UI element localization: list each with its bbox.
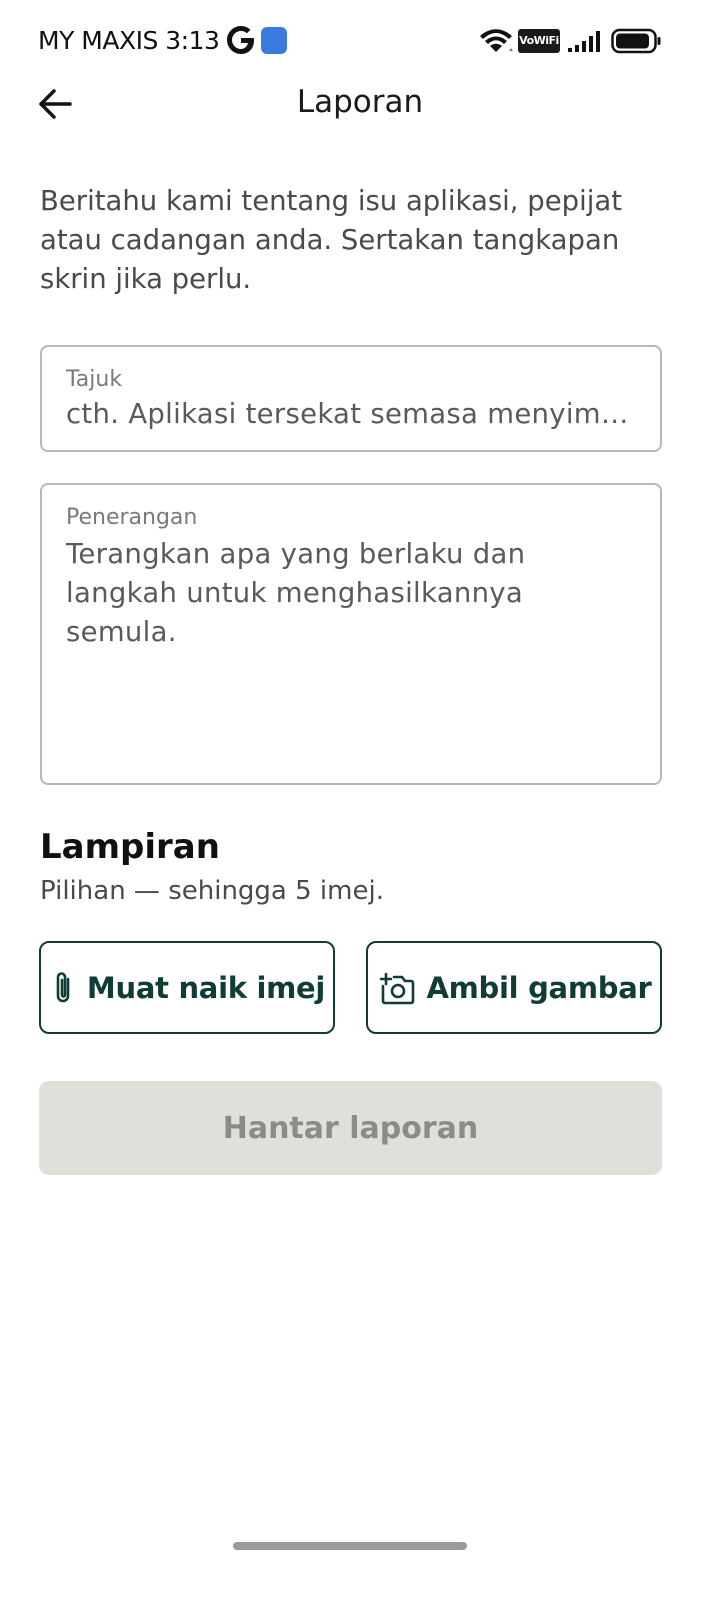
upload-image-button[interactable]: Muat naik imej [39,941,335,1034]
upload-image-label: Muat naik imej [86,970,326,1005]
intro-text: Beritahu kami tentang isu aplikasi, pepi… [40,185,623,295]
title-input[interactable]: cth. Aplikasi tersekat semasa menyimpan [66,398,636,430]
submit-report-button[interactable]: Hantar laporan [39,1081,662,1175]
attachments-subtitle: Pilihan — sehingga 5 imej. [40,876,384,906]
page-title: Laporan [296,84,424,120]
take-photo-button[interactable]: Ambil gambar [366,941,662,1034]
wifi-icon [480,29,513,52]
submit-report-label: Hantar laporan [222,1110,479,1146]
title-field[interactable]: Tajuk cth. Aplikasi tersekat semasa meny… [40,345,662,452]
carrier-time: MY MAXIS 3:13 [38,26,220,55]
paperclip-icon [56,971,70,1002]
title-field-label: Tajuk [66,367,123,392]
home-indicator[interactable] [233,1542,467,1550]
screen: MY MAXIS 3:13 VoWiFi Laporan Beritahu ka… [0,0,720,1610]
battery-icon [611,28,661,54]
take-photo-label: Ambil gambar [426,970,652,1005]
signal-icon [568,31,600,52]
description-field-label: Penerangan [66,505,198,530]
vowifi-badge: VoWiFi [518,29,560,53]
attachments-title: Lampiran [40,827,220,867]
camera-plus-icon [379,972,414,1004]
app-badge-icon [261,27,287,54]
google-icon [227,26,254,54]
description-field[interactable]: Penerangan Terangkan apa yang berlaku da… [40,483,662,785]
status-bar: MY MAXIS 3:13 VoWiFi [0,0,720,84]
description-textarea[interactable]: Terangkan apa yang berlaku dan langkah u… [66,535,606,652]
